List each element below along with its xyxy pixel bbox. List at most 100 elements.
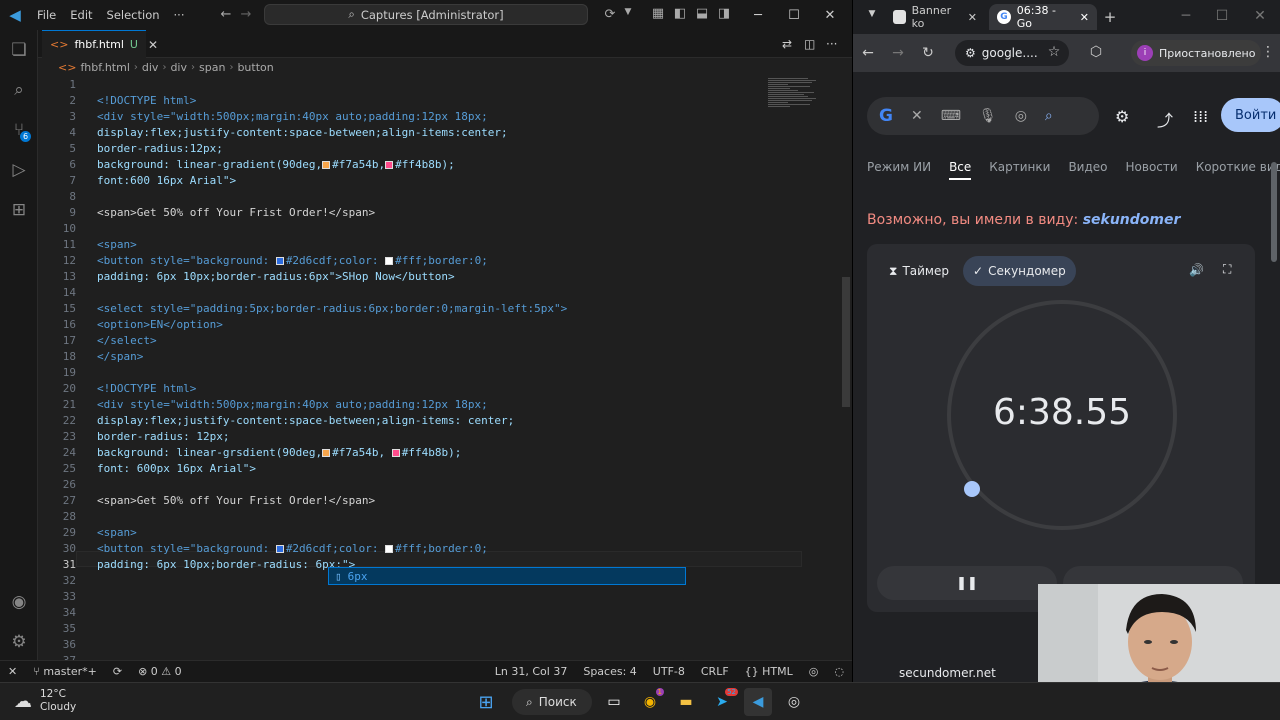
copilot-icon[interactable]: ◎: [801, 665, 827, 678]
forward-arrow-icon[interactable]: →: [883, 45, 913, 61]
tab-news[interactable]: Новости: [1126, 160, 1178, 180]
autocomplete-suggestion[interactable]: ▯ 6px: [328, 567, 686, 585]
code-editor[interactable]: 1 2 3 4 5 6 7 8 9 10 11 12 13 14 15 16 17 18 19 20 21 22 23 24 2…: [38, 77, 852, 667]
color-swatch-blue[interactable]: [275, 257, 284, 265]
split-editor-icon[interactable]: ◫: [804, 37, 815, 51]
toggle-panel-icon[interactable]: ⬓: [690, 6, 714, 21]
close-window-button[interactable]: ✕: [812, 0, 848, 30]
explorer-icon[interactable]: ❏: [0, 30, 38, 70]
indentation[interactable]: Spaces: 4: [575, 665, 644, 678]
settings-gear-icon[interactable]: ⚙: [1115, 107, 1129, 126]
page-scrollbar[interactable]: [1271, 162, 1277, 262]
breadcrumb-div[interactable]: div: [170, 61, 187, 74]
site-info-icon[interactable]: ⚙: [965, 46, 976, 60]
vscode-taskbar-icon[interactable]: ◀: [744, 688, 772, 716]
lens-icon[interactable]: ◎: [1015, 108, 1027, 124]
file-explorer-icon[interactable]: ▬: [672, 688, 700, 716]
minimap[interactable]: [768, 77, 828, 137]
remote-icon[interactable]: ✕: [0, 665, 25, 678]
extensions-icon[interactable]: ⊞: [0, 190, 38, 230]
tab-all[interactable]: Все: [949, 160, 972, 180]
chevron-down-icon[interactable]: ▼: [616, 7, 640, 17]
weather-widget[interactable]: ☁ 12°C Cloudy: [14, 688, 76, 714]
tab-shorts[interactable]: Короткие виде: [1196, 160, 1280, 180]
close-icon[interactable]: ✕: [968, 11, 977, 24]
color-swatch-pink[interactable]: [391, 449, 400, 457]
bookmark-star-icon[interactable]: ☆: [1039, 44, 1069, 60]
editor-scrollbar[interactable]: [842, 277, 850, 407]
search-icon[interactable]: ⌕: [1045, 108, 1053, 124]
chrome-menu-icon[interactable]: ⋮: [1253, 44, 1280, 60]
fullscreen-icon[interactable]: ⛶: [1223, 262, 1231, 277]
end-of-line[interactable]: CRLF: [693, 665, 737, 678]
microphone-icon[interactable]: 🎙: [979, 108, 997, 124]
maximize-button[interactable]: ☐: [1207, 8, 1237, 24]
cursor-position[interactable]: Ln 31, Col 37: [487, 665, 576, 678]
color-swatch-orange[interactable]: [322, 449, 331, 457]
sync-icon[interactable]: ⟳: [105, 665, 130, 678]
source-control-icon[interactable]: ⑂ 6: [0, 110, 38, 150]
pause-button[interactable]: ❚❚: [877, 566, 1057, 600]
breadcrumb-button[interactable]: button: [237, 61, 273, 74]
run-debug-icon[interactable]: ▷: [0, 150, 38, 190]
obs-icon[interactable]: ◎: [780, 688, 808, 716]
search-input[interactable]: G ✕ ⌨ 🎙 ◎ ⌕: [867, 97, 1099, 135]
color-swatch-white[interactable]: [385, 545, 394, 553]
did-you-mean-link[interactable]: sekundomer: [1083, 212, 1181, 228]
chrome-icon[interactable]: ◉ 1: [636, 688, 664, 716]
more-actions-icon[interactable]: ···: [826, 37, 837, 51]
back-arrow-icon[interactable]: ←: [853, 45, 883, 61]
encoding[interactable]: UTF-8: [645, 665, 693, 678]
close-icon[interactable]: ✕: [148, 38, 158, 52]
tab-fhbf-html[interactable]: <> fhbf.html U ✕: [42, 30, 158, 58]
tab-google[interactable]: G 06:38 - Go ✕: [989, 4, 1097, 30]
command-center[interactable]: ⌕ Captures [Administrator]: [264, 4, 588, 25]
color-swatch-white[interactable]: [385, 257, 394, 265]
search-icon[interactable]: ⌕: [0, 70, 38, 110]
tab-images[interactable]: Картинки: [989, 160, 1050, 180]
minimize-button[interactable]: ─: [740, 0, 776, 30]
start-button[interactable]: ⊞: [472, 688, 500, 716]
close-window-button[interactable]: ✕: [1245, 8, 1275, 24]
problems-status[interactable]: ⊗ 0 ⚠ 0: [130, 665, 190, 678]
telegram-icon[interactable]: ➤ 52: [708, 688, 738, 716]
tab-videos[interactable]: Видео: [1068, 160, 1107, 180]
notifications-icon[interactable]: ◌: [826, 665, 852, 678]
clear-icon[interactable]: ✕: [911, 108, 923, 124]
breadcrumb-file[interactable]: fhbf.html: [80, 61, 129, 74]
close-icon[interactable]: ✕: [1080, 11, 1089, 24]
profile-button[interactable]: i Приостановлено: [1131, 40, 1261, 66]
keyboard-icon[interactable]: ⌨: [941, 108, 961, 124]
color-swatch-pink[interactable]: [385, 161, 394, 169]
color-swatch-blue[interactable]: [275, 545, 284, 553]
stopwatch-tab[interactable]: ✓ Секундомер: [963, 256, 1076, 286]
task-view-icon[interactable]: ▭: [600, 688, 628, 716]
breadcrumb-div[interactable]: div: [142, 61, 159, 74]
tab-ai-mode[interactable]: Режим ИИ: [867, 160, 931, 180]
account-icon[interactable]: ◉: [0, 582, 38, 622]
timer-tab[interactable]: ⧗ Таймер: [879, 256, 959, 286]
gear-icon[interactable]: ⚙: [0, 622, 38, 662]
menu-selection[interactable]: Selection: [100, 8, 167, 22]
compare-icon[interactable]: ⇄: [782, 37, 792, 51]
toggle-secondary-sidebar-icon[interactable]: ◨: [712, 6, 736, 21]
volume-icon[interactable]: 🔊: [1189, 263, 1204, 277]
apps-grid-icon[interactable]: ⁞⁞⁞: [1193, 107, 1208, 126]
color-swatch-orange[interactable]: [322, 161, 331, 169]
forward-arrow-icon[interactable]: →: [234, 7, 258, 22]
minimize-button[interactable]: ─: [1171, 8, 1201, 24]
reload-icon[interactable]: ↻: [913, 45, 943, 61]
extensions-icon[interactable]: ⬡: [1081, 44, 1111, 60]
sign-in-button[interactable]: Войти: [1221, 98, 1280, 132]
menu-file[interactable]: File: [30, 8, 63, 22]
layout-icon[interactable]: ▦: [646, 6, 670, 21]
new-tab-button[interactable]: +: [1095, 8, 1125, 26]
menu-more[interactable]: ···: [167, 8, 192, 22]
menu-edit[interactable]: Edit: [63, 8, 99, 22]
taskbar-search[interactable]: ⌕ Поиск: [512, 689, 592, 715]
result-site[interactable]: secundomer.net: [899, 666, 996, 680]
breadcrumb-span[interactable]: span: [199, 61, 225, 74]
tab-search-icon[interactable]: ▼: [857, 9, 887, 19]
share-icon[interactable]: ⤴: [1157, 107, 1173, 131]
branch-status[interactable]: ⑂ master*+: [25, 665, 105, 678]
